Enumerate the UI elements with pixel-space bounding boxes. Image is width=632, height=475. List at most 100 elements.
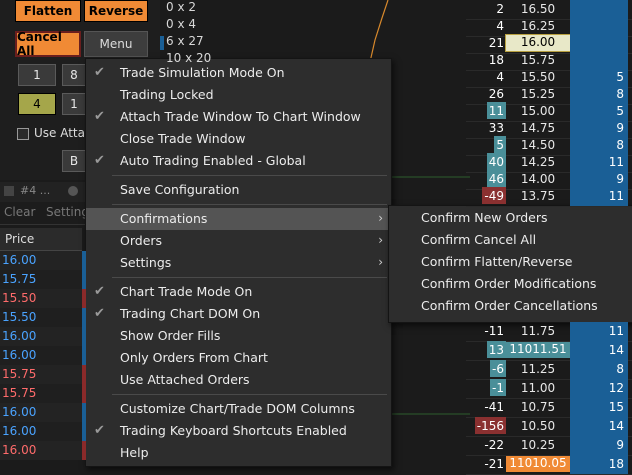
menu-item-label: Settings	[120, 255, 172, 270]
submenu-item-confirm-flatten-reverse[interactable]: Confirm Flatten/Reverse	[389, 251, 632, 273]
submenu-item-label: Confirm Cancel All	[421, 232, 537, 247]
dom-bid-cell[interactable]: 18	[570, 455, 628, 474]
price-list-side-bar	[82, 308, 86, 327]
quantity-button-1[interactable]: 1	[18, 64, 56, 86]
dom-volume-cell: -22	[484, 437, 504, 452]
menu-item-orders[interactable]: Orders ›	[86, 230, 391, 252]
dom-price-cell[interactable]: 14.25	[506, 155, 570, 169]
dom-bid-cell[interactable]: 11	[570, 187, 628, 206]
menu-item-trade-simulation-mode-on[interactable]: ✔ Trade Simulation Mode On	[86, 62, 391, 84]
submenu-item-confirm-new-orders[interactable]: Confirm New Orders	[389, 207, 632, 229]
dom-price-cell[interactable]: 10.25	[506, 438, 570, 452]
price-list-row[interactable]: 16.00	[0, 441, 82, 460]
price-list-row[interactable]: 16.00	[0, 327, 82, 346]
menu-item-label: Help	[120, 445, 149, 460]
price-list-row[interactable]: 15.50	[0, 289, 82, 308]
menu-item-attach-trade-window-to-chart-window[interactable]: ✔ Attach Trade Window To Chart Window	[86, 106, 391, 128]
dom-price-row[interactable]: -49 13.75 11	[466, 187, 632, 207]
quantity-button-1b[interactable]: 1	[62, 93, 86, 115]
menu-item-trading-keyboard-shortcuts-enabled[interactable]: ✔ Trading Keyboard Shortcuts Enabled	[86, 420, 391, 442]
menu-item-help[interactable]: Help	[86, 442, 391, 464]
price-list-row[interactable]: 16.00	[0, 251, 82, 270]
submenu-arrow-icon: ›	[378, 255, 383, 269]
price-list-row[interactable]: 15.50	[0, 308, 82, 327]
menu-item-close-trade-window[interactable]: Close Trade Window	[86, 128, 391, 150]
menu-button[interactable]: Menu	[84, 31, 148, 57]
submenu-item-confirm-order-modifications[interactable]: Confirm Order Modifications	[389, 273, 632, 295]
price-list-side-bar	[82, 441, 86, 460]
dom-price-row[interactable]: 13 11011.51 14	[466, 341, 632, 361]
dom-price-cell[interactable]: 14.75	[506, 121, 570, 135]
dom-volume-cell: -156	[474, 417, 506, 434]
dom-price-cell[interactable]: 16.50	[506, 2, 570, 16]
dom-price-row[interactable]: -1 11.00 12	[466, 379, 632, 399]
menu-item-trading-locked[interactable]: Trading Locked	[86, 84, 391, 106]
dom-price-cell[interactable]: 11011.51	[506, 342, 570, 358]
dom-price-cell[interactable]: 15.50	[506, 70, 570, 84]
price-list-side-bar	[82, 289, 86, 308]
submenu-item-confirm-cancel-all[interactable]: Confirm Cancel All	[389, 229, 632, 251]
menu-item-use-attached-orders[interactable]: Use Attached Orders	[86, 369, 391, 391]
dom-bid-cell[interactable]: 8	[570, 360, 628, 379]
menu-item-only-orders-from-chart[interactable]: Only Orders From Chart	[86, 347, 391, 369]
dom-price-row[interactable]: -41 10.75 15	[466, 398, 632, 418]
dom-price-cell[interactable]: 10.75	[506, 400, 570, 414]
dom-bid-cell[interactable]: 12	[570, 379, 628, 398]
dom-price-cell[interactable]: 14.00	[506, 172, 570, 186]
menu-item-settings[interactable]: Settings ›	[86, 252, 391, 274]
price-list-row[interactable]: 15.75	[0, 270, 82, 289]
menu-item-label: Trading Chart DOM On	[120, 306, 261, 321]
price-header-label: Price	[5, 232, 35, 246]
quantity-button-8[interactable]: 8	[62, 64, 86, 86]
cancel-all-button[interactable]: Cancel All	[15, 30, 81, 58]
dom-price-cell[interactable]: 16.00	[505, 34, 571, 52]
dom-price-row[interactable]: -21 11010.05 18	[466, 455, 632, 475]
dom-bid-size: 11	[608, 189, 624, 203]
reverse-button[interactable]: Reverse	[84, 0, 148, 22]
dom-price-cell[interactable]: 11.75	[506, 324, 570, 338]
menu-item-show-order-fills[interactable]: Show Order Fills	[86, 325, 391, 347]
dom-price-row[interactable]: -156 10.50 14	[466, 417, 632, 437]
dom-volume-cell: 11	[486, 102, 506, 119]
dom-price-cell[interactable]: 10.50	[506, 419, 570, 433]
window-tab[interactable]: #4 ...	[20, 184, 50, 197]
menu-item-trading-chart-dom-on[interactable]: ✔ Trading Chart DOM On	[86, 303, 391, 325]
price-list-row[interactable]: 16.00	[0, 346, 82, 365]
dom-price-cell[interactable]: 15.00	[506, 104, 570, 118]
settings-button[interactable]: Setting	[46, 205, 89, 219]
dom-bid-cell[interactable]: 9	[570, 436, 628, 455]
dom-price-cell[interactable]: 15.25	[506, 87, 570, 101]
menu-item-label: Customize Chart/Trade DOM Columns	[120, 401, 355, 416]
dom-bid-cell[interactable]: 14	[570, 341, 628, 360]
price-list-row[interactable]: 15.75	[0, 384, 82, 403]
dom-price-row[interactable]: -6 11.25 8	[466, 360, 632, 380]
price-list-row[interactable]: 16.00	[0, 422, 82, 441]
menu-item-auto-trading-enabled-global[interactable]: ✔ Auto Trading Enabled - Global	[86, 150, 391, 172]
dom-bid-cell[interactable]: 11	[570, 322, 628, 341]
dom-price-cell[interactable]: 11010.05	[506, 456, 570, 472]
clear-button[interactable]: Clear	[4, 205, 35, 219]
dom-price-cell[interactable]: 14.50	[506, 138, 570, 152]
dom-bid-cell[interactable]: 14	[570, 417, 628, 436]
dom-price-cell[interactable]: 11.00	[506, 381, 570, 395]
dom-price-cell[interactable]: 13.75	[506, 189, 570, 203]
use-attached-checkbox[interactable]	[17, 128, 29, 140]
dom-price-row[interactable]: -11 11.75 11	[466, 322, 632, 342]
dom-bid-cell[interactable]: 15	[570, 398, 628, 417]
menu-item-label: Chart Trade Mode On	[120, 284, 253, 299]
price-list-row[interactable]: 16.00	[0, 403, 82, 422]
flatten-button[interactable]: Flatten	[15, 0, 81, 22]
dom-price-cell[interactable]: 16.25	[506, 19, 570, 33]
price-list-row[interactable]: 15.75	[0, 365, 82, 384]
dom-price-row[interactable]: -22 10.25 9	[466, 436, 632, 456]
dom-price-cell[interactable]: 15.75	[506, 53, 570, 67]
buy-button[interactable]: B	[62, 150, 86, 172]
dom-price-cell[interactable]: 11.25	[506, 362, 570, 376]
menu-item-save-configuration[interactable]: Save Configuration	[86, 179, 391, 201]
menu-item-confirmations[interactable]: Confirmations ›	[86, 208, 391, 230]
quantity-button-4-selected[interactable]: 4	[18, 93, 56, 115]
dom-volume-cell: 21	[488, 35, 504, 50]
menu-item-customize-chart-trade-dom-columns[interactable]: Customize Chart/Trade DOM Columns	[86, 398, 391, 420]
menu-item-chart-trade-mode-on[interactable]: ✔ Chart Trade Mode On	[86, 281, 391, 303]
submenu-item-confirm-order-cancellations[interactable]: Confirm Order Cancellations	[389, 295, 632, 317]
